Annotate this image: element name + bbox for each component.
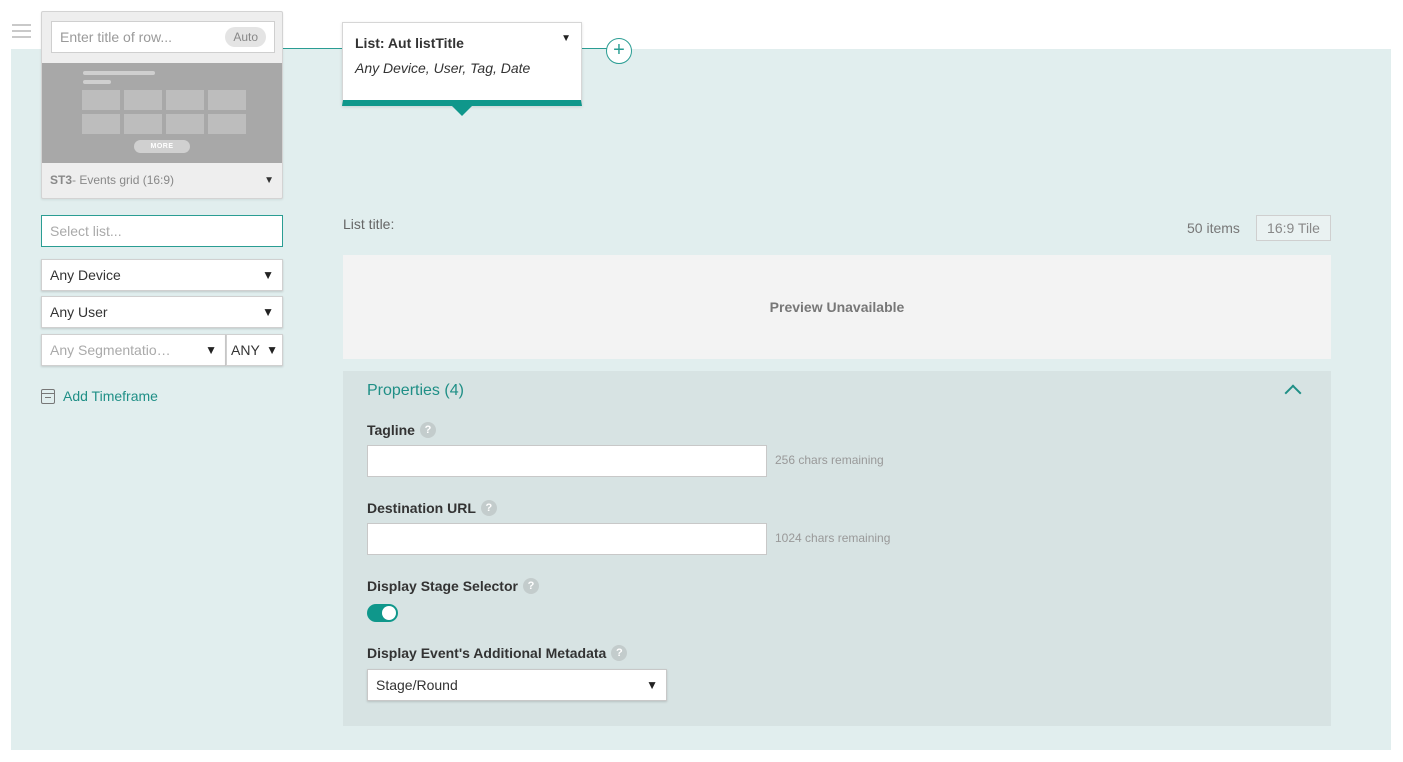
hamburger-menu-icon[interactable]	[12, 24, 31, 40]
list-card-title: List: Aut listTitle	[355, 35, 464, 51]
segmentation-dropdown[interactable]: Any Segmentatio… ▼	[41, 334, 226, 366]
thumbnail-grid	[82, 90, 246, 134]
properties-panel: Properties (4) Tagline ? 256 chars remai…	[343, 371, 1331, 726]
segmentation-mode-value: ANY	[231, 342, 260, 358]
select-list-input[interactable]: Select list...	[41, 215, 283, 247]
tagline-label-text: Tagline	[367, 422, 415, 438]
properties-header[interactable]: Properties (4)	[367, 382, 464, 400]
help-icon[interactable]: ?	[611, 645, 628, 661]
destination-url-input[interactable]	[367, 523, 767, 555]
list-card[interactable]: List: Aut listTitle Any Device, User, Ta…	[342, 22, 582, 106]
metadata-value: Stage/Round	[376, 677, 458, 693]
add-timeframe-label: Add Timeframe	[63, 388, 158, 404]
row-template-selector[interactable]: ST3 - Events grid (16:9) ▼	[50, 173, 274, 187]
connector-line	[283, 48, 343, 49]
toggle-knob	[382, 606, 396, 620]
metadata-dropdown[interactable]: Stage/Round ▼	[367, 669, 667, 701]
list-card-subtitle: Any Device, User, Tag, Date	[355, 60, 531, 76]
device-value: Any Device	[50, 267, 121, 283]
device-dropdown[interactable]: Any Device ▼	[41, 259, 283, 291]
row-title-field[interactable]: Enter title of row... Auto	[51, 21, 275, 53]
tagline-label: Tagline ?	[367, 422, 436, 438]
chevron-up-icon[interactable]	[1284, 384, 1302, 402]
user-dropdown[interactable]: Any User ▼	[41, 296, 283, 328]
help-icon[interactable]: ?	[480, 500, 497, 516]
help-icon[interactable]: ?	[419, 422, 436, 438]
user-value: Any User	[50, 304, 108, 320]
items-count: 50 items	[1187, 220, 1240, 236]
connector-line	[582, 48, 607, 49]
calendar-icon	[41, 388, 55, 404]
chevron-down-icon: ▼	[205, 343, 217, 357]
thumbnail-title-bar	[83, 71, 155, 75]
segmentation-placeholder: Any Segmentatio…	[50, 342, 171, 358]
segmentation-mode-dropdown[interactable]: ANY ▼	[226, 334, 283, 366]
destination-url-label-text: Destination URL	[367, 500, 476, 516]
add-timeframe-link[interactable]: Add Timeframe	[41, 388, 158, 404]
chevron-down-icon: ▼	[264, 174, 274, 186]
list-card-menu-icon[interactable]: ▼	[561, 33, 571, 44]
select-list-placeholder: Select list...	[50, 223, 122, 239]
chevron-down-icon: ▼	[262, 305, 274, 319]
metadata-label-text: Display Event's Additional Metadata	[367, 645, 607, 661]
chevron-down-icon: ▼	[646, 678, 658, 692]
tagline-remaining: 256 chars remaining	[775, 453, 884, 467]
thumbnail-subtitle-bar	[83, 80, 111, 84]
template-name: - Events grid (16:9)	[72, 173, 175, 187]
row-title-placeholder: Enter title of row...	[60, 29, 173, 45]
stage-selector-toggle[interactable]	[367, 604, 398, 622]
chevron-down-icon: ▼	[266, 343, 278, 357]
tile-format-badge: 16:9 Tile	[1256, 215, 1331, 241]
template-code: ST3	[50, 173, 73, 187]
chevron-down-icon: ▼	[262, 268, 274, 282]
list-card-pointer	[452, 106, 472, 116]
stage-selector-label-text: Display Stage Selector	[367, 578, 518, 594]
destination-url-remaining: 1024 chars remaining	[775, 531, 891, 545]
destination-url-label: Destination URL ?	[367, 500, 497, 516]
row-template-thumbnail[interactable]: MORE	[42, 63, 282, 163]
tagline-input[interactable]	[367, 445, 767, 477]
thumbnail-more-button: MORE	[134, 140, 190, 153]
metadata-label: Display Event's Additional Metadata ?	[367, 645, 628, 661]
add-list-button[interactable]: +	[606, 38, 632, 64]
preview-area: Preview Unavailable	[343, 255, 1331, 359]
help-icon[interactable]: ?	[522, 578, 539, 594]
list-title-label: List title:	[343, 216, 395, 232]
row-card: Enter title of row... Auto MORE ST3 - Ev…	[41, 11, 283, 199]
stage-selector-label: Display Stage Selector ?	[367, 578, 539, 594]
auto-title-toggle[interactable]: Auto	[225, 27, 266, 47]
